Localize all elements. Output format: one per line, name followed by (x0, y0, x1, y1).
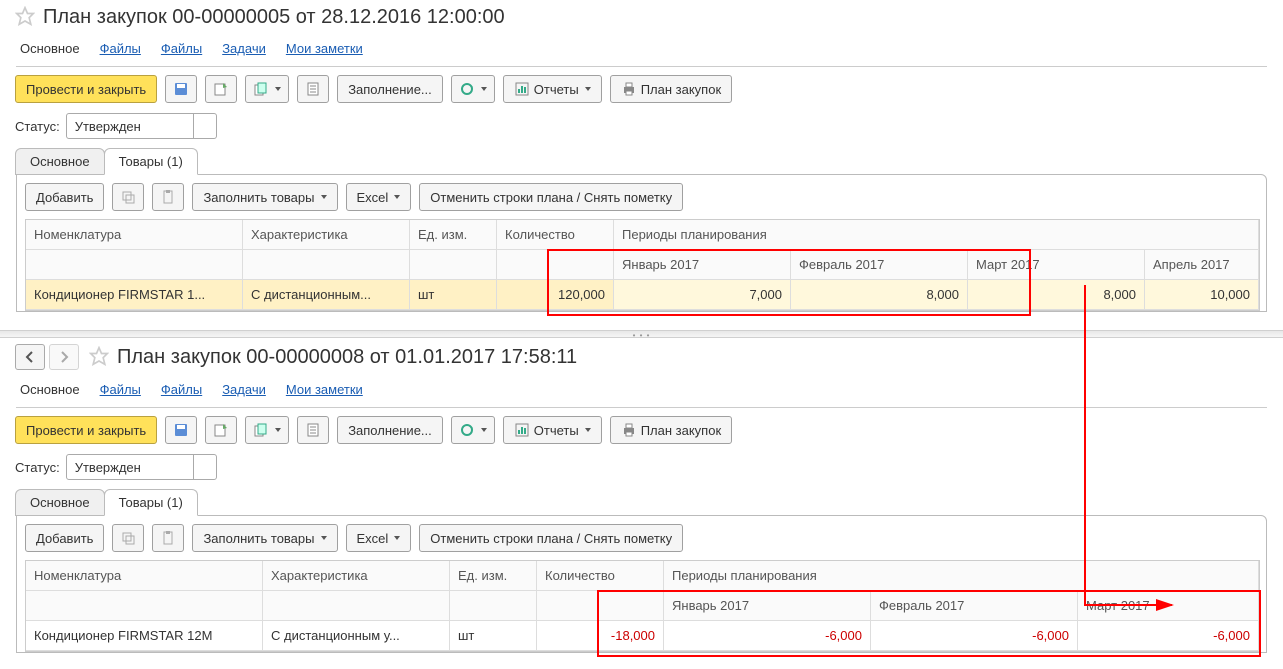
refresh-button[interactable] (451, 416, 495, 444)
back-button[interactable] (15, 344, 45, 370)
cell-mar[interactable]: -6,000 (1078, 621, 1259, 651)
col-characteristic[interactable]: Характеристика (263, 561, 450, 591)
cell-nom[interactable]: Кондиционер FIRMSTAR 12M (26, 621, 263, 651)
cancel-rows-button[interactable]: Отменить строки плана / Снять пометку (419, 524, 683, 552)
col-feb[interactable]: Февраль 2017 (791, 250, 968, 280)
paste-row-button[interactable] (152, 183, 184, 211)
post-button[interactable] (205, 75, 237, 103)
cell-feb[interactable]: -6,000 (871, 621, 1078, 651)
refresh-button[interactable] (451, 75, 495, 103)
col-characteristic[interactable]: Характеристика (243, 220, 410, 250)
cell-qty[interactable]: -18,000 (537, 621, 664, 651)
goods-table: Номенклатура Характеристика Ед. изм. Кол… (25, 219, 1260, 311)
status-value: Утвержден (67, 119, 193, 134)
nav-tasks[interactable]: Задачи (222, 382, 266, 397)
copy-row-button[interactable] (112, 524, 144, 552)
save-button[interactable] (165, 75, 197, 103)
plan-bottom-panel: План закупок 00-00000008 от 01.01.2017 1… (0, 338, 1283, 653)
cell-nom[interactable]: Кондиционер FIRMSTAR 1... (26, 280, 243, 310)
nav-tasks[interactable]: Задачи (222, 41, 266, 56)
cell-char[interactable]: С дистанционным... (243, 280, 410, 310)
table-row: Кондиционер FIRMSTAR 12M С дистанционным… (26, 621, 1259, 651)
status-select[interactable]: Утвержден (66, 113, 217, 139)
nav-main[interactable]: Основное (20, 382, 80, 397)
cancel-rows-button[interactable]: Отменить строки плана / Снять пометку (419, 183, 683, 211)
col-unit[interactable]: Ед. изм. (450, 561, 537, 591)
nav-notes[interactable]: Мои заметки (286, 382, 363, 397)
cell-unit[interactable]: шт (450, 621, 537, 651)
col-nomenclature[interactable]: Номенклатура (26, 561, 263, 591)
col-periods: Периоды планирования (664, 561, 1259, 591)
goods-table: Номенклатура Характеристика Ед. изм. Кол… (25, 560, 1260, 652)
nav-notes[interactable]: Мои заметки (286, 41, 363, 56)
col-unit[interactable]: Ед. изм. (410, 220, 497, 250)
splitter[interactable]: • • • (0, 330, 1283, 338)
copy-button[interactable] (245, 75, 289, 103)
page-title: План закупок 00-00000008 от 01.01.2017 1… (109, 346, 577, 369)
col-jan[interactable]: Январь 2017 (664, 591, 871, 621)
save-button[interactable] (165, 416, 197, 444)
cell-apr[interactable]: 10,000 (1145, 280, 1259, 310)
nav-files[interactable]: Файлы (100, 382, 141, 397)
paste-row-button[interactable] (152, 524, 184, 552)
col-apr[interactable]: Апрель 2017 (1145, 250, 1259, 280)
post-button[interactable] (205, 416, 237, 444)
table-row: Кондиционер FIRMSTAR 1... С дистанционны… (26, 280, 1259, 310)
tab-main[interactable]: Основное (15, 489, 105, 516)
nav-files-2[interactable]: Файлы (161, 382, 202, 397)
cell-char[interactable]: С дистанционным у... (263, 621, 450, 651)
cell-feb[interactable]: 8,000 (791, 280, 968, 310)
cell-jan[interactable]: -6,000 (664, 621, 871, 651)
col-quantity[interactable]: Количество (537, 561, 664, 591)
tab-main[interactable]: Основное (15, 148, 105, 175)
col-jan[interactable]: Январь 2017 (614, 250, 791, 280)
cell-unit[interactable]: шт (410, 280, 497, 310)
add-row-button[interactable]: Добавить (25, 524, 104, 552)
fill-goods-button[interactable]: Заполнить товары (192, 524, 337, 552)
page-title: План закупок 00-00000005 от 28.12.2016 1… (35, 6, 505, 29)
status-label: Статус: (15, 119, 60, 134)
col-mar[interactable]: Март 2017 (1078, 591, 1259, 621)
col-nomenclature[interactable]: Номенклатура (26, 220, 243, 250)
document-button[interactable] (297, 75, 329, 103)
col-mar[interactable]: Март 2017 (968, 250, 1145, 280)
nav-main[interactable]: Основное (20, 41, 80, 56)
nav-files-2[interactable]: Файлы (161, 41, 202, 56)
submit-close-button[interactable]: Провести и закрыть (15, 416, 157, 444)
chevron-down-icon[interactable] (193, 455, 216, 479)
nav-files[interactable]: Файлы (100, 41, 141, 56)
print-plan-button[interactable]: План закупок (610, 416, 732, 444)
fill-button[interactable]: Заполнение... (337, 75, 443, 103)
excel-button[interactable]: Excel (346, 183, 412, 211)
status-label: Статус: (15, 460, 60, 475)
cell-jan[interactable]: 7,000 (614, 280, 791, 310)
fill-goods-button[interactable]: Заполнить товары (192, 183, 337, 211)
status-select[interactable]: Утвержден (66, 454, 217, 480)
col-periods: Периоды планирования (614, 220, 1259, 250)
reports-button[interactable]: Отчеты (503, 416, 602, 444)
excel-button[interactable]: Excel (346, 524, 412, 552)
status-value: Утвержден (67, 460, 193, 475)
fill-button[interactable]: Заполнение... (337, 416, 443, 444)
print-plan-button[interactable]: План закупок (610, 75, 732, 103)
favorite-star-icon[interactable] (89, 346, 109, 369)
chevron-down-icon[interactable] (193, 114, 216, 138)
cell-mar[interactable]: 8,000 (968, 280, 1145, 310)
forward-button[interactable] (49, 344, 79, 370)
add-row-button[interactable]: Добавить (25, 183, 104, 211)
reports-button[interactable]: Отчеты (503, 75, 602, 103)
copy-row-button[interactable] (112, 183, 144, 211)
submit-close-button[interactable]: Провести и закрыть (15, 75, 157, 103)
tab-goods[interactable]: Товары (1) (104, 148, 198, 175)
tab-goods[interactable]: Товары (1) (104, 489, 198, 516)
document-button[interactable] (297, 416, 329, 444)
favorite-star-icon[interactable] (15, 6, 35, 29)
plan-top-panel: План закупок 00-00000005 от 28.12.2016 1… (0, 0, 1283, 312)
copy-button[interactable] (245, 416, 289, 444)
col-feb[interactable]: Февраль 2017 (871, 591, 1078, 621)
cell-qty[interactable]: 120,000 (497, 280, 614, 310)
col-quantity[interactable]: Количество (497, 220, 614, 250)
